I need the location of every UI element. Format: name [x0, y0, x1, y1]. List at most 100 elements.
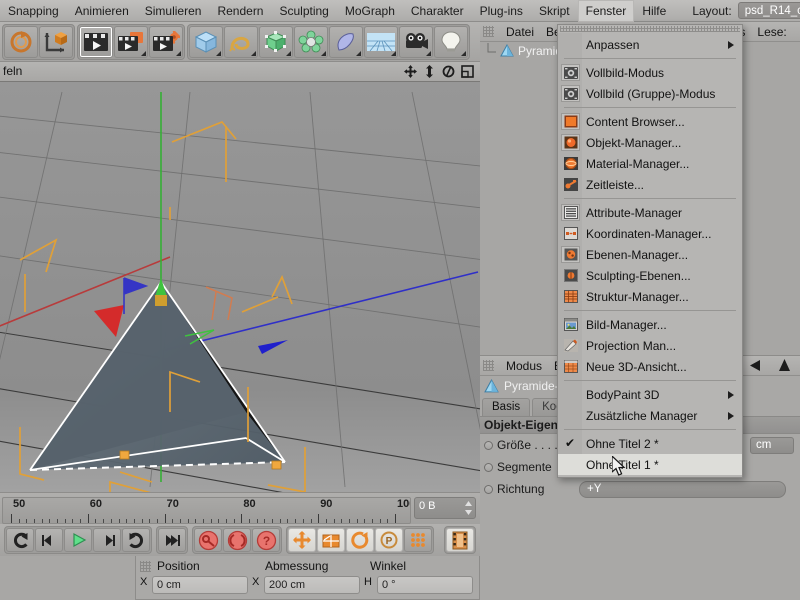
menu-item-zus-tzliche-manager[interactable]: Zusätzliche Manager — [558, 405, 742, 426]
scale-icon[interactable] — [423, 65, 436, 78]
frame-icon[interactable] — [461, 65, 474, 78]
blank-icon — [561, 435, 580, 452]
ruler-label: 90 — [320, 498, 332, 510]
menu-item-ebenen-manager[interactable]: Ebenen-Manager... — [558, 244, 742, 265]
loop-button[interactable] — [122, 528, 150, 552]
menu-tearoff-grip[interactable] — [560, 26, 740, 32]
menu-charakter[interactable]: Charakter — [403, 0, 472, 22]
scale-key-button[interactable] — [317, 528, 345, 552]
menu-sculpting[interactable]: Sculpting — [271, 0, 336, 22]
panel-grip-icon[interactable] — [140, 561, 151, 572]
menu-mograph[interactable]: MoGraph — [337, 0, 403, 22]
menu-animieren[interactable]: Animieren — [67, 0, 137, 22]
rotate-icon[interactable] — [442, 65, 455, 78]
menu-skript[interactable]: Skript — [531, 0, 578, 22]
menu-item-bodypaint-3d[interactable]: BodyPaint 3D — [558, 384, 742, 405]
prev-arrow-icon[interactable] — [748, 358, 763, 373]
panel-grip-icon[interactable] — [483, 26, 494, 37]
light-button[interactable] — [434, 26, 468, 58]
camera-button[interactable] — [399, 26, 433, 58]
deformer-button[interactable] — [294, 26, 328, 58]
dimension-x-field[interactable]: 200 cm — [264, 576, 360, 594]
points-key-icon — [409, 531, 427, 549]
menu-item-objekt-manager[interactable]: Objekt-Manager... — [558, 132, 742, 153]
ruler-tick-minor — [95, 519, 96, 523]
render-view-button[interactable] — [79, 26, 113, 58]
menu-snapping[interactable]: Snapping — [0, 0, 67, 22]
menu-rendern[interactable]: Rendern — [209, 0, 271, 22]
menu-item-neue-3d-ansicht[interactable]: Neue 3D-Ansicht... — [558, 356, 742, 377]
generator-button[interactable] — [259, 26, 293, 58]
timeline-ruler[interactable]: 5060708090100 — [2, 497, 411, 524]
menu-item-attribute-manager[interactable]: Attribute-Manager — [558, 202, 742, 223]
autokey-button[interactable] — [223, 528, 251, 552]
key-help-button[interactable]: ? — [252, 528, 280, 552]
up-arrow-icon[interactable] — [777, 358, 792, 373]
om-menu-datei[interactable]: Datei — [506, 25, 534, 39]
fullscreen-icon — [561, 64, 580, 81]
attribute-manager-icon — [561, 204, 580, 221]
menu-plug-ins[interactable]: Plug-ins — [472, 0, 531, 22]
menu-item-ohne-titel-1[interactable]: Ohne Titel 1 * — [558, 454, 742, 475]
property-radio-segmente[interactable] — [484, 463, 493, 472]
menu-fenster[interactable]: Fenster — [578, 0, 635, 22]
flyout-corner — [216, 51, 221, 56]
menu-item-vollbild-gruppe-modus[interactable]: Vollbild (Gruppe)-Modus — [558, 83, 742, 104]
tab-basis[interactable]: Basis — [482, 398, 530, 416]
record-key-button[interactable] — [194, 528, 222, 552]
angle-h-field[interactable]: 0 ° — [377, 576, 473, 594]
rotation-key-icon — [351, 531, 369, 549]
toolbar-group-render — [77, 24, 185, 60]
axis-button[interactable] — [39, 26, 73, 58]
menu-item-koordinaten-manager[interactable]: Koordinaten-Manager... — [558, 223, 742, 244]
3d-viewport[interactable] — [0, 82, 480, 492]
richtung-dropdown[interactable]: +Y — [579, 481, 786, 498]
floor-button[interactable] — [364, 26, 398, 58]
play-button[interactable] — [64, 528, 92, 552]
go-to-end-icon — [164, 534, 181, 547]
go-to-end-button[interactable] — [158, 528, 186, 552]
menu-item-projection-man[interactable]: Projection Man... — [558, 335, 742, 356]
property-radio-richtung[interactable] — [484, 485, 493, 494]
clapperboard-icon — [82, 31, 110, 53]
move-icon[interactable] — [404, 65, 417, 78]
menu-item-vollbild-modus[interactable]: Vollbild-Modus — [558, 62, 742, 83]
menu-hilfe[interactable]: Hilfe — [634, 0, 674, 22]
render-settings-button[interactable] — [149, 26, 183, 58]
menu-simulieren[interactable]: Simulieren — [137, 0, 210, 22]
menu-item-material-manager[interactable]: Material-Manager... — [558, 153, 742, 174]
menu-item-ohne-titel-2[interactable]: ✔Ohne Titel 2 * — [558, 433, 742, 454]
menu-item-content-browser[interactable]: Content Browser... — [558, 111, 742, 132]
ruler-tick-minor — [57, 519, 58, 523]
menu-item-struktur-manager[interactable]: Struktur-Manager... — [558, 286, 742, 307]
menu-item-anpassen[interactable]: Anpassen — [558, 34, 742, 55]
go-to-start-button[interactable] — [6, 528, 34, 552]
param-key-button[interactable]: P — [375, 528, 403, 552]
menu-item-zeitleiste[interactable]: Zeitleiste... — [558, 174, 742, 195]
spline-button[interactable] — [224, 26, 258, 58]
menu-item-bild-manager[interactable]: Bild-Manager... — [558, 314, 742, 335]
step-forward-button[interactable] — [93, 528, 121, 552]
current-time-field[interactable]: 0 B — [414, 497, 476, 519]
bend-button[interactable] — [329, 26, 363, 58]
clapperboard-gear-icon — [152, 31, 180, 53]
om-menu-lesezeichen[interactable]: Lese: — [757, 25, 786, 39]
step-back-button[interactable] — [35, 528, 63, 552]
points-key-button[interactable] — [404, 528, 432, 552]
panel-grip-icon[interactable] — [483, 360, 494, 371]
am-menu-modus[interactable]: Modus — [506, 359, 542, 373]
menu-item-sculpting-ebenen[interactable]: Sculpting-Ebenen... — [558, 265, 742, 286]
layout-select[interactable]: psd_R14_c4d ( — [738, 2, 800, 19]
playback-group — [4, 526, 152, 554]
groesse-unit-field[interactable]: cm — [750, 437, 794, 454]
rotation-key-button[interactable] — [346, 528, 374, 552]
position-x-field[interactable]: 0 cm — [152, 576, 248, 594]
position-key-button[interactable] — [288, 528, 316, 552]
property-radio-groesse[interactable] — [484, 441, 493, 450]
filmstrip-button[interactable] — [446, 528, 474, 552]
undo-button[interactable] — [4, 26, 38, 58]
cube-button[interactable] — [189, 26, 223, 58]
render-region-button[interactable] — [114, 26, 148, 58]
ruler-tick-minor — [111, 519, 112, 523]
stepper-icon[interactable] — [465, 501, 472, 515]
